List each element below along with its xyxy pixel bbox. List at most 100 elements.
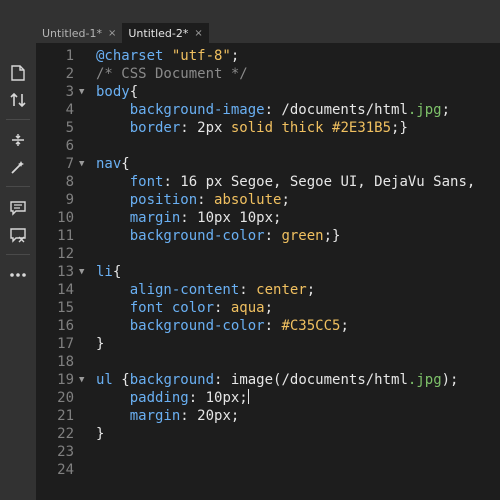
code-token: green — [281, 228, 324, 244]
line-number: 3 — [65, 84, 74, 100]
file-icon[interactable] — [8, 63, 28, 83]
line-number: 8 — [65, 174, 74, 190]
line-number: 6 — [65, 138, 74, 154]
code-line[interactable]: 2 /* CSS Document */ — [36, 65, 500, 83]
sort-icon[interactable] — [8, 90, 28, 110]
wand-icon[interactable] — [8, 157, 28, 177]
text-cursor — [247, 389, 249, 404]
toolbar-divider — [6, 254, 30, 255]
close-icon[interactable]: × — [194, 28, 202, 39]
line-number: 23 — [57, 444, 74, 460]
comment-icon[interactable] — [8, 198, 28, 218]
more-icon[interactable] — [8, 265, 28, 285]
code-line[interactable]: 18 — [36, 353, 500, 371]
code-token: ; — [281, 192, 290, 208]
tab-label: Untitled-2* — [128, 26, 189, 40]
code-text: background-color: green;} — [96, 227, 341, 245]
code-token: { — [129, 84, 139, 100]
code-line[interactable]: 13 ▼ li{ — [36, 263, 500, 281]
line-number: 1 — [65, 48, 74, 64]
code-token: : — [264, 228, 282, 244]
code-token: { — [121, 372, 130, 388]
line-number: 22 — [57, 426, 74, 442]
code-line[interactable]: 15 font color: aqua; — [36, 299, 500, 317]
code-token: align-content — [129, 282, 240, 298]
code-line[interactable]: 1 @charset "utf-8"; — [36, 47, 500, 65]
code-text: margin: 10px 10px; — [96, 209, 282, 227]
code-line[interactable]: 23 — [36, 443, 500, 461]
tab-label: Untitled-1* — [42, 26, 102, 40]
code-text: font: 16 px Segoe, Segoe UI, DejaVu Sans… — [96, 173, 476, 191]
code-line[interactable]: 3 ▼ body{ — [36, 83, 500, 101]
code-text: } — [96, 425, 104, 443]
line-number: 10 — [57, 210, 74, 226]
code-token: .jpg — [407, 102, 442, 118]
code-line[interactable]: 14 align-content: center; — [36, 281, 500, 299]
line-number: 11 — [57, 228, 74, 244]
code-line[interactable]: 5 border: 2px solid thick #2E31B5;} — [36, 119, 500, 137]
code-text: border: 2px solid thick #2E31B5;} — [96, 119, 408, 137]
fold-arrow-icon[interactable]: ▼ — [79, 371, 84, 389]
code-line[interactable]: 12 — [36, 245, 500, 263]
code-line[interactable]: 22} — [36, 425, 500, 443]
close-icon[interactable]: × — [108, 28, 116, 39]
tab-strip: Untitled-1* × Untitled-2* × — [36, 23, 209, 43]
code-line[interactable]: 7 ▼ nav{ — [36, 155, 500, 173]
code-toolbar — [0, 43, 37, 500]
code-line[interactable]: 10 margin: 10px 10px; — [36, 209, 500, 227]
comment-remove-icon[interactable] — [8, 225, 28, 245]
code-token: .jpg — [407, 372, 442, 388]
code-line[interactable]: 9 position: absolute; — [36, 191, 500, 209]
code-token: @charset — [96, 48, 172, 64]
code-token: : 10px; — [188, 390, 248, 406]
code-token: } — [96, 336, 105, 352]
code-token: { — [121, 156, 130, 172]
code-token: "utf-8" — [171, 48, 231, 64]
code-token: ul — [96, 372, 122, 388]
code-line[interactable]: 17} — [36, 335, 500, 353]
code-line[interactable]: 6 — [36, 137, 500, 155]
fold-arrow-icon[interactable]: ▼ — [79, 83, 84, 101]
code-line[interactable]: 11 background-color: green;} — [36, 227, 500, 245]
toolbar-divider — [6, 186, 30, 187]
code-text: margin: 20px; — [96, 407, 240, 425]
toolbar-divider — [6, 119, 30, 120]
code-token: background-image — [129, 102, 265, 118]
line-number: 18 — [57, 354, 74, 370]
code-line[interactable]: 24 — [36, 461, 500, 479]
line-number: 14 — [57, 282, 74, 298]
code-text: padding: 10px; — [96, 389, 249, 407]
code-line[interactable]: 4 background-image: /documents/html.jpg; — [36, 101, 500, 119]
code-token: ; — [340, 318, 349, 334]
code-token: li — [96, 264, 113, 280]
code-line[interactable]: 8 font: 16 px Segoe, Segoe UI, DejaVu Sa… — [36, 173, 500, 191]
line-number: 15 — [57, 300, 74, 316]
line-number: 4 — [65, 102, 74, 118]
tab-untitled-1[interactable]: Untitled-1* × — [36, 23, 122, 43]
fold-arrow-icon[interactable]: ▼ — [79, 155, 84, 173]
code-token: margin — [129, 408, 181, 424]
code-token: } — [96, 426, 105, 442]
code-token: ;} — [391, 120, 408, 136]
fold-arrow-icon[interactable]: ▼ — [79, 263, 84, 281]
code-line[interactable]: 20 padding: 10px; — [36, 389, 500, 407]
expand-icon[interactable] — [8, 130, 28, 150]
code-line[interactable]: 21 margin: 20px; — [36, 407, 500, 425]
code-token: : — [264, 318, 282, 334]
code-line[interactable]: 19 ▼ ul {background: image(/documents/html… — [36, 371, 500, 389]
code-token: ;} — [323, 228, 341, 244]
code-editor[interactable]: 1 @charset "utf-8"; 2 /* CSS Document */ 3 ▼ b… — [36, 43, 500, 500]
code-text: nav{ — [96, 155, 130, 173]
code-line[interactable]: 16 background-color: #C35CC5; — [36, 317, 500, 335]
tab-untitled-2[interactable]: Untitled-2* × — [122, 23, 209, 43]
line-number: 12 — [57, 246, 74, 262]
code-token: solid thick — [230, 120, 324, 136]
line-number: 16 — [57, 318, 74, 334]
code-token: ; — [264, 300, 274, 316]
